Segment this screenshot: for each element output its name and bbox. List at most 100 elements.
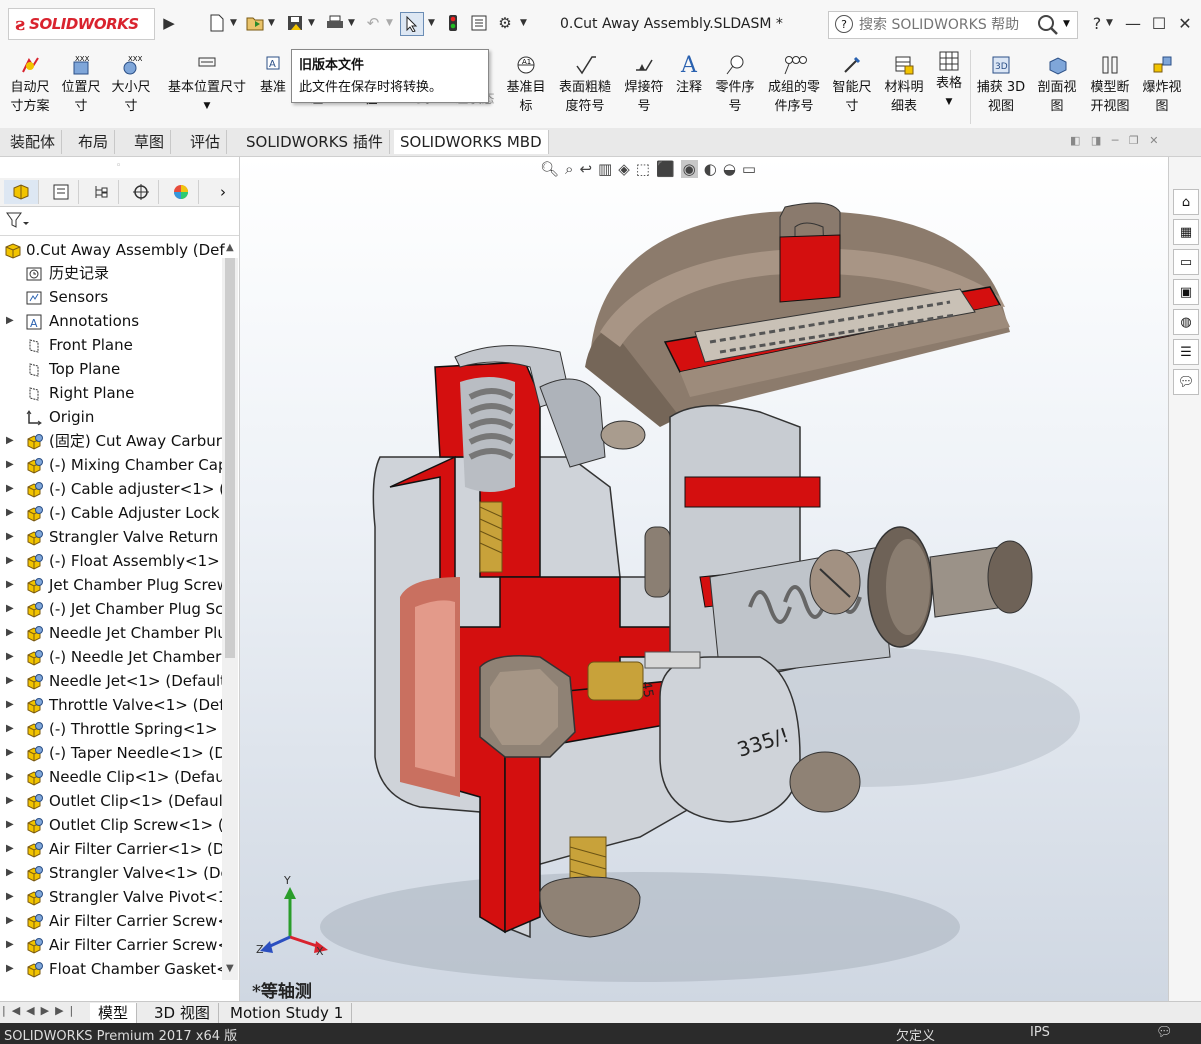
tree-item[interactable]: ▶ (固定) Cut Away Carbure: [0, 429, 222, 453]
status-units[interactable]: IPS: [1030, 1025, 1050, 1040]
tree-item[interactable]: ▶ (-) Throttle Spring<1> (: [0, 717, 222, 741]
undo-dropdown-icon[interactable]: ▼: [386, 18, 393, 28]
tree-item[interactable]: Origin: [0, 405, 222, 429]
tree-item[interactable]: Right Plane: [0, 381, 222, 405]
expand-arrow-icon[interactable]: ▶: [6, 885, 14, 909]
help-dropdown-icon[interactable]: ▼: [1106, 18, 1113, 28]
graphics-area[interactable]: 335/! 45 Y X Z: [240, 157, 1168, 1001]
tree-item[interactable]: ▶ Outlet Clip<1> (Default: [0, 789, 222, 813]
print-dropdown-icon[interactable]: ▼: [348, 18, 355, 28]
expand-arrow-icon[interactable]: ▶: [6, 957, 14, 981]
options-dropdown-icon[interactable]: ▼: [520, 18, 527, 28]
display-manager-tab-icon[interactable]: [164, 180, 199, 204]
tree-item[interactable]: ▶ (-) Needle Jet Chamber: [0, 645, 222, 669]
bom-button[interactable]: 材料明 细表: [880, 52, 928, 116]
open-dropdown-icon[interactable]: ▼: [268, 18, 275, 28]
maximize-icon[interactable]: ☐: [1148, 12, 1170, 34]
tab-addins[interactable]: SOLIDWORKS 插件: [240, 130, 390, 154]
expand-arrow-icon[interactable]: ▶: [6, 837, 14, 861]
view-orientation-icon[interactable]: ⬚: [636, 160, 650, 178]
tree-item[interactable]: ▶ (-) Cable Adjuster Lock: [0, 501, 222, 525]
tab-mbd[interactable]: SOLIDWORKS MBD: [394, 130, 549, 154]
tree-item[interactable]: ▶ (-) Float Assembly<1> (: [0, 549, 222, 573]
tab-scroll-arrows[interactable]: |◀◀▶▶|: [2, 1004, 79, 1017]
capture-3d-view-button[interactable]: 3D 捕获 3D 视图: [974, 52, 1028, 116]
scroll-down-icon[interactable]: ▼: [226, 963, 234, 974]
close-icon[interactable]: ✕: [1174, 12, 1196, 34]
expand-arrow-icon[interactable]: ▶: [6, 765, 14, 789]
expand-arrow-icon[interactable]: ▶: [6, 669, 14, 693]
expand-arrow-icon[interactable]: ▶: [6, 741, 14, 765]
tree-scrollbar-thumb[interactable]: [225, 258, 235, 658]
select-arrow-icon[interactable]: [400, 12, 424, 36]
panel-grip-icon[interactable]: ◦: [116, 161, 121, 171]
help-button[interactable]: ?: [1086, 12, 1108, 34]
expand-arrow-icon[interactable]: ▶: [6, 933, 14, 957]
save-dropdown-icon[interactable]: ▼: [308, 18, 315, 28]
tree-item[interactable]: ▶ Strangler Valve Pivot<1: [0, 885, 222, 909]
table-dropdown-icon[interactable]: ▼: [930, 93, 968, 112]
file-explorer-icon[interactable]: ▭: [1173, 249, 1199, 275]
save-icon[interactable]: [284, 12, 306, 34]
expand-arrow-icon[interactable]: ▶: [6, 525, 14, 549]
new-document-icon[interactable]: [206, 12, 228, 34]
expand-arrow-icon[interactable]: ▶: [6, 909, 14, 933]
previous-view-icon[interactable]: ↩: [579, 160, 592, 178]
tree-item[interactable]: ▶ Needle Jet Chamber Plu: [0, 621, 222, 645]
undo-icon[interactable]: ↶: [362, 12, 384, 34]
expand-arrow-icon[interactable]: ▶: [6, 597, 14, 621]
tab-evaluate[interactable]: 评估: [184, 130, 228, 154]
tree-item[interactable]: ▶ Throttle Valve<1> (Defa: [0, 693, 222, 717]
hide-show-items-icon[interactable]: ◉: [680, 160, 698, 178]
tree-root[interactable]: 0.Cut Away Assembly (Def: [4, 239, 225, 261]
datum-target-button[interactable]: A1 基准目标: [503, 52, 549, 116]
tree-item[interactable]: ▶ (-) Jet Chamber Plug Sc: [0, 597, 222, 621]
model-tab[interactable]: 模型: [90, 1003, 138, 1023]
tree-scrollbar[interactable]: [222, 258, 238, 980]
tree-item[interactable]: ▶ Outlet Clip Screw<1> (D: [0, 813, 222, 837]
section-view-toggle-icon[interactable]: ▥: [598, 160, 612, 178]
tree-item[interactable]: Sensors: [0, 285, 222, 309]
tree-item[interactable]: ▶ Needle Clip<1> (Defaul: [0, 765, 222, 789]
search-icon[interactable]: [1037, 14, 1059, 41]
tree-item[interactable]: 历史记录: [0, 261, 222, 285]
tree-item[interactable]: ▶ (-) Mixing Chamber Cap: [0, 453, 222, 477]
tree-item[interactable]: ▶ Needle Jet<1> (Default: [0, 669, 222, 693]
balloon-button[interactable]: 零件序号: [710, 52, 760, 116]
solidworks-logo[interactable]: ƨ SOLIDWORKS: [8, 8, 155, 40]
edit-appearance-icon[interactable]: ◐: [704, 160, 717, 178]
tree-item[interactable]: ▶ Air Filter Carrier Screw<: [0, 909, 222, 933]
expand-arrow-icon[interactable]: ▶: [6, 717, 14, 741]
tree-item[interactable]: ▶ Float Chamber Gasket<: [0, 957, 222, 981]
appearances-icon[interactable]: ◍: [1173, 309, 1199, 335]
expand-arrow-icon[interactable]: ▶: [6, 429, 14, 453]
expand-arrow-icon[interactable]: ▶: [6, 813, 14, 837]
new-dropdown-icon[interactable]: ▼: [230, 18, 237, 28]
tree-item[interactable]: ▶ Strangler Valve<1> (De: [0, 861, 222, 885]
print-icon[interactable]: [324, 12, 346, 34]
tree-item[interactable]: ▶ Strangler Valve Return S: [0, 525, 222, 549]
location-dimension-button[interactable]: XXX 位置尺寸: [58, 52, 104, 116]
size-dimension-button[interactable]: XXX 大小尺寸: [108, 52, 154, 116]
zoom-to-area-icon[interactable]: ⌕: [565, 160, 573, 178]
help-search-box[interactable]: ? ▼: [828, 11, 1078, 39]
display-style-icon[interactable]: ⬛: [656, 160, 675, 178]
tree-item[interactable]: ▶ (-) Cable adjuster<1> (D: [0, 477, 222, 501]
tree-item[interactable]: ▶ Air Filter Carrier Screw<: [0, 933, 222, 957]
solidworks-resources-icon[interactable]: ⌂: [1173, 189, 1199, 215]
exploded-view-button[interactable]: 爆炸视图: [1138, 52, 1186, 116]
section-view-button[interactable]: 剖面视图: [1032, 52, 1082, 116]
expand-arrow-icon[interactable]: ▶: [6, 789, 14, 813]
tree-item[interactable]: Front Plane: [0, 333, 222, 357]
tree-item[interactable]: ▶ A Annotations: [0, 309, 222, 333]
expand-arrow-icon[interactable]: ▶: [6, 621, 14, 645]
stacked-balloon-button[interactable]: 成组的零 件序号: [762, 52, 826, 116]
3d-views-tab[interactable]: 3D 视图: [146, 1003, 219, 1023]
design-library-icon[interactable]: ▦: [1173, 219, 1199, 245]
status-message-icon[interactable]: 💬︎: [1156, 1025, 1173, 1040]
expand-arrow-icon[interactable]: ▶: [6, 861, 14, 885]
note-button[interactable]: A 注释: [672, 52, 706, 97]
expand-arrow-icon[interactable]: ▶: [6, 309, 14, 333]
zoom-to-fit-icon[interactable]: 🔍︎: [540, 160, 559, 178]
expand-arrow-icon[interactable]: ▶: [6, 477, 14, 501]
